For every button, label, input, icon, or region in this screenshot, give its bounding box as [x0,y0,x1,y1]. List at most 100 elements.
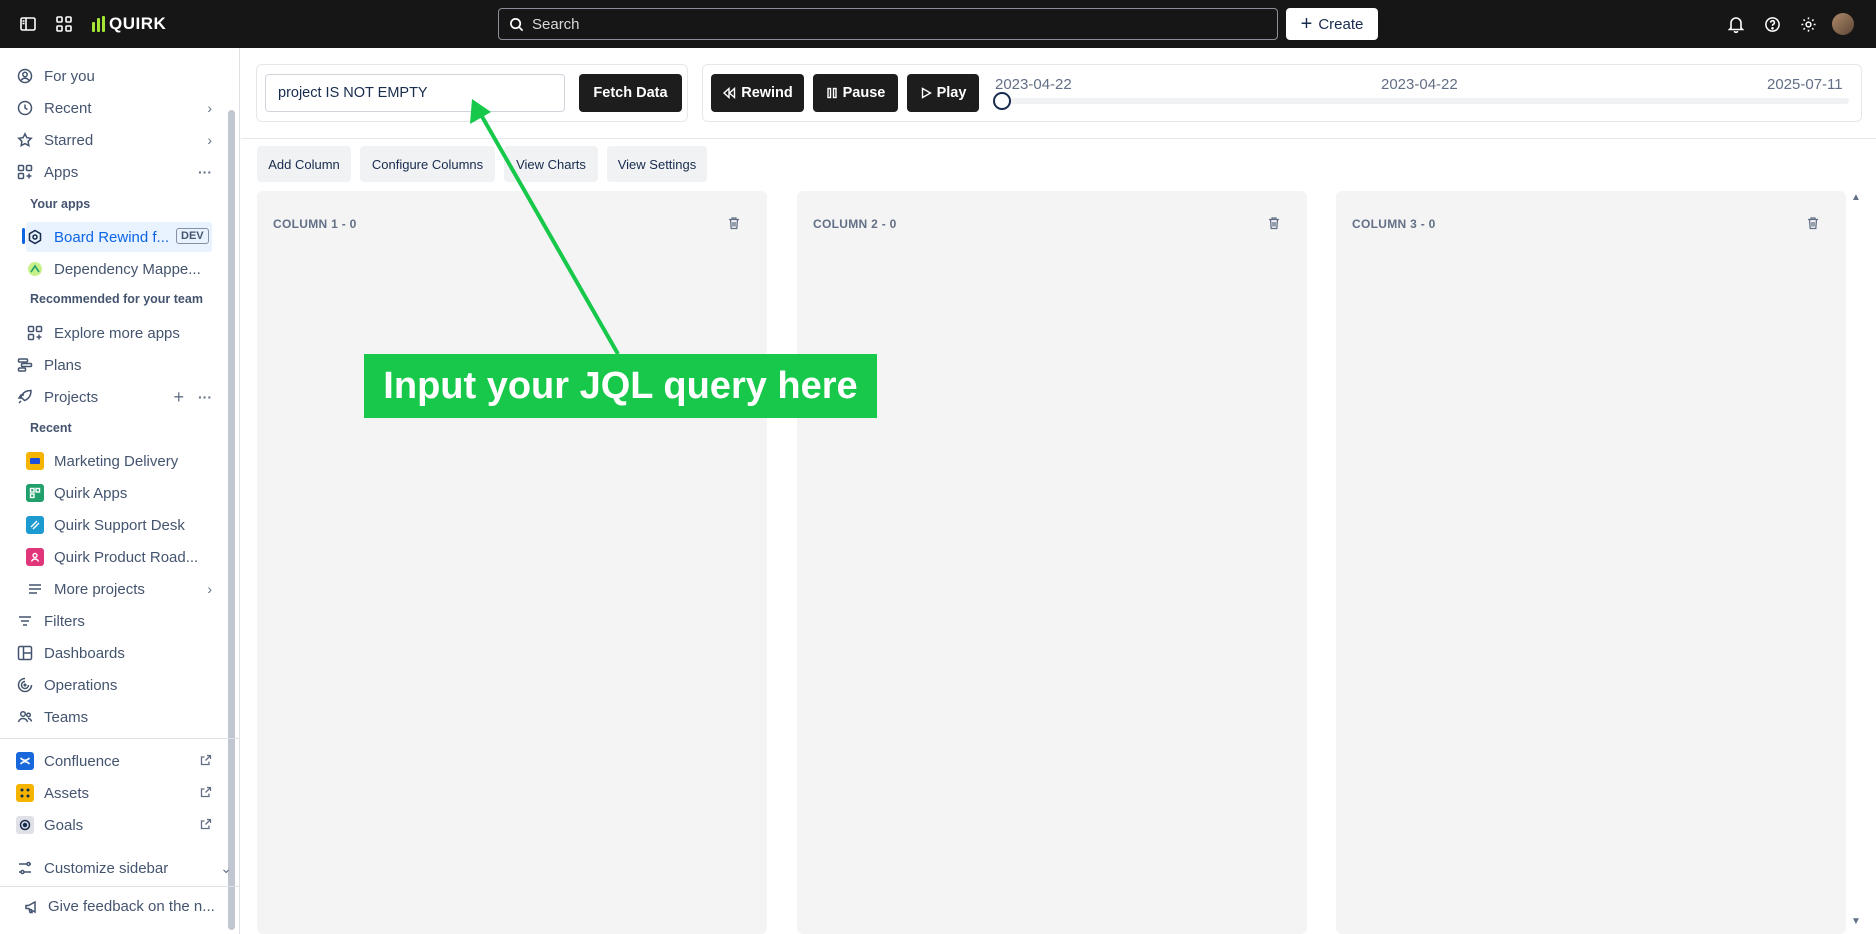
notifications-bell-icon[interactable] [1726,14,1746,34]
dashboard-icon [16,644,34,662]
configure-columns-button[interactable]: Configure Columns [360,146,495,182]
hexagon-app-icon [26,228,44,246]
clock-icon [16,99,34,117]
add-project-icon[interactable]: + [173,387,184,408]
sidebar-item-projects[interactable]: Projects + ··· [16,382,212,412]
sidebar-item-dashboards[interactable]: Dashboards [16,638,212,668]
sidebar-item-project-quirk-apps[interactable]: Quirk Apps [26,478,212,508]
view-charts-button[interactable]: View Charts [504,146,598,182]
sidebar-item-label: Dependency Mappe... [54,260,201,278]
app-switcher-icon[interactable] [54,14,74,34]
plans-icon [16,356,34,374]
sidebar-item-label: Customize sidebar [44,859,169,877]
list-icon [26,580,44,598]
sidebar-item-label: Board Rewind f... [54,228,170,246]
scroll-down-icon[interactable]: ▼ [1851,916,1861,927]
logo-mark-icon [92,16,105,32]
add-column-button[interactable]: Add Column [257,146,351,182]
pause-label: Pause [842,85,886,101]
customize-sliders-icon [16,859,34,877]
play-icon [920,87,932,99]
chevron-right-icon[interactable]: › [207,581,212,597]
timeline-slider[interactable] [993,92,1849,110]
sidebar-item-label: Quirk Product Road... [54,548,199,566]
give-feedback-button[interactable]: Give feedback on the n... [24,898,215,915]
trash-icon[interactable] [1267,216,1281,230]
star-icon [16,131,34,149]
timeline-slider-thumb[interactable] [993,92,1011,110]
trash-icon[interactable] [727,216,741,230]
external-link-icon[interactable] [200,785,212,801]
rewind-button[interactable]: Rewind [711,74,804,112]
confluence-icon [16,752,34,770]
more-options-icon[interactable]: ··· [198,389,212,405]
chevron-right-icon[interactable]: › [207,132,212,148]
search-icon [509,17,524,32]
board-column-2: COLUMN 2 - 0 [797,191,1307,934]
play-button[interactable]: Play [907,74,979,112]
sidebar-item-label: Operations [44,676,118,694]
recent-projects-heading: Recent [30,421,72,435]
pause-button[interactable]: Pause [813,74,898,112]
sidebar-item-starred[interactable]: Starred › [16,125,212,155]
trash-icon[interactable] [1806,216,1820,230]
settings-gear-icon[interactable] [1798,14,1818,34]
sidebar-item-label: Assets [44,784,90,802]
sidebar-item-explore-apps[interactable]: Explore more apps [26,318,212,348]
scroll-up-icon[interactable]: ▲ [1851,192,1861,203]
sidebar-item-operations[interactable]: Operations [16,670,212,700]
user-circle-icon [16,67,34,85]
sidebar-item-teams[interactable]: Teams [16,702,212,732]
sidebar-item-label: Quirk Support Desk [54,516,185,534]
sidebar-item-goals[interactable]: Goals [16,810,212,840]
sidebar-item-recent[interactable]: Recent › [16,93,212,123]
rewind-icon [722,87,736,99]
project-avatar-icon [26,548,44,566]
create-button[interactable]: + Create [1286,8,1378,40]
sidebar-divider [0,738,240,739]
quirk-logo[interactable]: QUIRK [92,12,166,36]
search-placeholder: Search [532,15,580,33]
view-settings-button[interactable]: View Settings [607,146,707,182]
chevron-down-icon[interactable]: ⌄ [220,860,232,877]
timeline-end-date: 2025-07-11 [1767,76,1843,93]
annotation-callout: Input your JQL query here [364,354,877,418]
search-input[interactable]: Search [498,8,1278,40]
assets-icon [16,784,34,802]
pause-icon [826,87,838,99]
sidebar-item-label: Filters [44,612,85,630]
more-options-icon[interactable]: ··· [198,164,212,180]
sidebar-item-project-marketing-delivery[interactable]: Marketing Delivery [26,446,212,476]
active-indicator [22,228,25,244]
external-link-icon[interactable] [200,753,212,769]
timeline-panel: Rewind Pause Play 2023-04-22 2023-04-22 … [702,64,1862,122]
dev-badge: DEV [176,228,209,244]
sidebar-toggle-icon[interactable] [18,14,38,34]
chevron-right-icon[interactable]: › [207,100,212,116]
jql-query-input[interactable]: project IS NOT EMPTY [265,74,565,112]
sidebar-item-plans[interactable]: Plans [16,350,212,380]
column-title: COLUMN 2 - 0 [813,217,897,231]
board-column-1: COLUMN 1 - 0 [257,191,767,934]
header-divider [241,138,1876,139]
sidebar-item-label: More projects [54,580,145,598]
help-icon[interactable] [1762,14,1782,34]
sidebar-item-dependency-mapper[interactable]: Dependency Mappe... [26,254,212,284]
sidebar-item-assets[interactable]: Assets [16,778,212,808]
sidebar-item-label: Dashboards [44,644,125,662]
sidebar-item-apps[interactable]: Apps ··· [16,157,212,187]
project-avatar-icon [26,516,44,534]
sidebar-item-more-projects[interactable]: More projects › [26,574,212,604]
people-icon [16,708,34,726]
sidebar-item-project-quirk-product-roadmap[interactable]: Quirk Product Road... [26,542,212,572]
sidebar-item-customize[interactable]: Customize sidebar ⌄ [16,853,232,883]
sidebar-item-confluence[interactable]: Confluence [16,746,212,776]
board-column-3: COLUMN 3 - 0 [1336,191,1846,934]
external-link-icon[interactable] [200,817,212,833]
sidebar-scrollbar[interactable] [228,110,235,930]
fetch-data-button[interactable]: Fetch Data [579,74,682,112]
sidebar-item-for-you[interactable]: For you [16,61,212,91]
user-avatar[interactable] [1832,13,1854,35]
sidebar-item-filters[interactable]: Filters [16,606,212,636]
sidebar-item-project-quirk-support-desk[interactable]: Quirk Support Desk [26,510,212,540]
